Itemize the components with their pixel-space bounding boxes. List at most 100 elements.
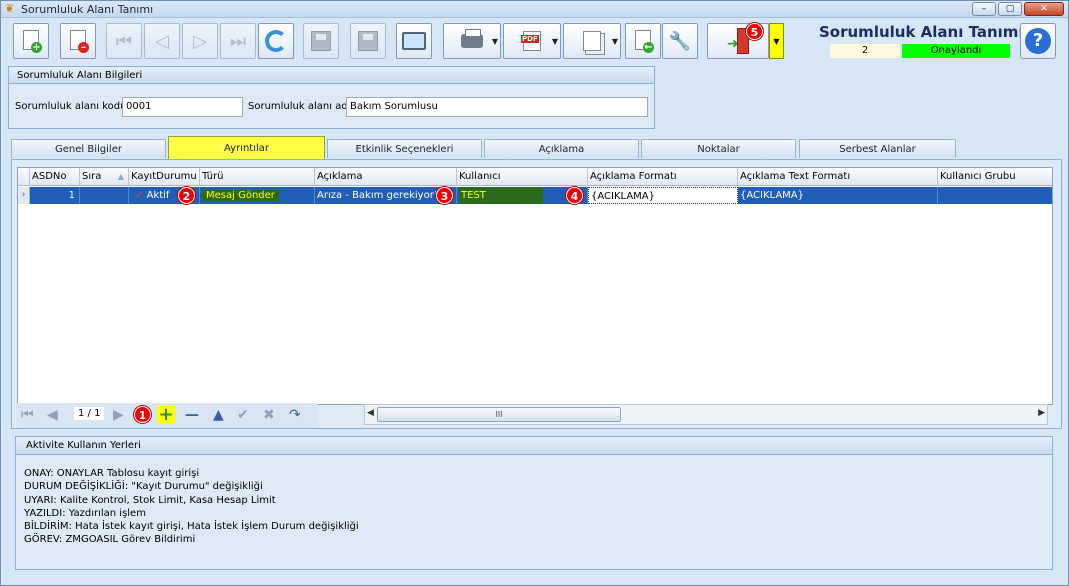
- cell-asdno[interactable]: 1: [30, 187, 80, 204]
- last-record-button[interactable]: ⏭: [220, 23, 256, 59]
- new-record-button[interactable]: +: [13, 23, 49, 59]
- new-document-icon: +: [20, 29, 42, 53]
- details-panel: ASDNo Sıra ▲ KayıtDurumu Türü Açıklama Ku…: [11, 159, 1062, 429]
- next-icon: ▷: [193, 30, 207, 52]
- exit-dropdown-button[interactable]: ▼: [769, 23, 784, 59]
- info-line: YAZILDI: Yazdırılan işlem: [24, 507, 146, 519]
- column-header-aciklama-text-formati[interactable]: Açıklama Text Formatı: [738, 168, 938, 186]
- nav-prev-button[interactable]: ◀: [47, 406, 58, 424]
- cell-aciklama-formati[interactable]: {ACIKLAMA}: [588, 187, 738, 204]
- cell-kullanici-grubu[interactable]: [938, 187, 1052, 204]
- nav-first-button[interactable]: ⏮: [21, 406, 34, 424]
- table-row[interactable]: › 1 ✓ Aktif Mesaj Gönder Arıza - Bakım g…: [18, 187, 1052, 204]
- copy-button[interactable]: ▼: [563, 23, 621, 59]
- previous-icon: ◁: [155, 30, 169, 52]
- refresh-grid-button[interactable]: ↷: [289, 406, 301, 424]
- tab-etkinlik-secenekleri[interactable]: Etkinlik Seçenekleri: [327, 139, 482, 158]
- details-grid[interactable]: ASDNo Sıra ▲ KayıtDurumu Türü Açıklama Ku…: [17, 167, 1053, 405]
- info-title: Aktivite Kullanın Yerleri: [16, 437, 1052, 455]
- window-title: Sorumluluk Alanı Tanımı: [21, 3, 154, 16]
- nav-next-button[interactable]: ▶: [113, 406, 124, 424]
- tab-genel-bilgiler[interactable]: Genel Bilgiler: [11, 139, 166, 158]
- turu-text: Mesaj Gönder: [202, 190, 279, 201]
- cell-sira[interactable]: [80, 187, 129, 204]
- previous-record-button[interactable]: ◁: [144, 23, 180, 59]
- tab-ayrintilar[interactable]: Ayrıntılar: [168, 136, 325, 159]
- save-button[interactable]: [303, 23, 339, 59]
- column-header-kullanici-grubu[interactable]: Kullanıcı Grubu: [938, 168, 1052, 186]
- responsibility-info-group: Sorumluluk Alanı Bilgileri Sorumluluk al…: [8, 66, 655, 129]
- name-input[interactable]: Bakım Sorumlusu: [346, 97, 648, 117]
- cancel-edit-button[interactable]: ✖: [263, 406, 275, 424]
- scroll-right-icon[interactable]: ▶: [1038, 408, 1045, 418]
- minimize-button[interactable]: –: [972, 2, 996, 16]
- column-header-turu[interactable]: Türü: [200, 168, 315, 186]
- maximize-button[interactable]: ▢: [998, 2, 1022, 16]
- record-number: 2: [830, 44, 900, 58]
- info-line: UYARI: Kalite Kontrol, Stok Limit, Kasa …: [24, 494, 276, 506]
- delete-document-icon: –: [67, 29, 89, 53]
- pager-text: 1 / 1: [74, 407, 105, 420]
- preview-icon: [402, 32, 426, 50]
- butterfly-app-icon: ❦: [5, 2, 15, 15]
- delete-record-button[interactable]: –: [60, 23, 96, 59]
- tab-serbest-alanlar[interactable]: Serbest Alanlar: [799, 139, 956, 158]
- marker-5: 5: [746, 23, 763, 40]
- chevron-down-icon: ▼: [551, 37, 558, 46]
- column-header-aciklama[interactable]: Açıklama: [315, 168, 457, 186]
- first-record-button[interactable]: ⏮: [106, 23, 142, 59]
- chevron-down-icon: ▼: [491, 37, 498, 46]
- save-icon: [311, 31, 331, 51]
- refresh-button[interactable]: [258, 23, 294, 59]
- title-bar: ❦ Sorumluluk Alanı Tanımı – ▢ ✕: [1, 1, 1068, 18]
- info-line: ONAY: ONAYLAR Tablosu kayıt girişi: [24, 468, 200, 479]
- help-button[interactable]: ?: [1020, 23, 1056, 59]
- cell-aciklama-text-formati[interactable]: {ACIKLAMA}: [738, 187, 938, 204]
- form-title: Sorumluluk Alanı Tanımı: [819, 23, 1024, 41]
- code-input[interactable]: 0001: [122, 97, 243, 117]
- close-window-button[interactable]: ✕: [1024, 2, 1064, 16]
- tools-button[interactable]: 🔧: [662, 23, 698, 59]
- scroll-thumb[interactable]: III: [377, 407, 621, 422]
- cancel-save-button[interactable]: [350, 23, 386, 59]
- activity-usage-panel: Aktivite Kullanın Yerleri ONAY: ONAYLAR …: [15, 436, 1053, 570]
- move-up-button[interactable]: ▲: [213, 406, 224, 424]
- column-header-asdno[interactable]: ASDNo: [30, 168, 80, 186]
- refresh-icon: [265, 30, 287, 52]
- cell-turu[interactable]: Mesaj Gönder: [200, 187, 315, 204]
- column-header-kayit-durumu[interactable]: KayıtDurumu: [129, 168, 200, 186]
- info-line: GÖREV: ZMGOASIL Görev Bildirimi: [24, 534, 196, 546]
- group-title: Sorumluluk Alanı Bilgileri: [9, 67, 654, 84]
- grid-navigator: ⏮ ◀ 1 / 1 ▶ 1 + — ▲ ✔ ✖ ↷: [17, 403, 317, 427]
- column-header-aciklama-formati[interactable]: Açıklama Formatı: [588, 168, 738, 186]
- post-edit-button[interactable]: ✔: [237, 406, 249, 424]
- preview-button[interactable]: [396, 23, 432, 59]
- import-button[interactable]: ←: [625, 23, 661, 59]
- tab-noktalar[interactable]: Noktalar: [641, 139, 796, 158]
- next-record-button[interactable]: ▷: [182, 23, 218, 59]
- status-badge: Onaylandı: [902, 44, 1010, 58]
- marker-1: 1: [134, 406, 151, 423]
- print-button[interactable]: ▼: [443, 23, 501, 59]
- copy-icon: [583, 31, 601, 51]
- kullanici-text: TEST: [459, 187, 543, 204]
- row-indicator-icon: ›: [18, 187, 30, 204]
- delete-row-button[interactable]: —: [185, 406, 199, 424]
- marker-4: 4: [566, 187, 583, 204]
- info-line: BİLDİRİM: Hata İstek kayıt girişi, Hata …: [24, 521, 359, 533]
- column-header-kullanici[interactable]: Kullanıcı: [457, 168, 588, 186]
- chevron-down-icon: ▼: [773, 37, 780, 46]
- printer-icon: [461, 29, 483, 48]
- column-header-sira[interactable]: Sıra ▲: [80, 168, 129, 186]
- import-document-icon: ←: [632, 29, 654, 53]
- sort-ascending-icon: ▲: [117, 172, 124, 181]
- horizontal-scrollbar[interactable]: ◀ III ▶: [364, 404, 1048, 425]
- first-icon: ⏮: [115, 30, 133, 52]
- code-label: Sorumluluk alanı kodu: [15, 101, 127, 112]
- export-pdf-button[interactable]: ▼: [503, 23, 561, 59]
- wrench-icon: 🔧: [668, 30, 692, 52]
- scroll-left-icon[interactable]: ◀: [367, 408, 374, 418]
- info-lines: ONAY: ONAYLAR Tablosu kayıt girişi DURUM…: [24, 467, 359, 547]
- add-row-button[interactable]: +: [157, 406, 175, 424]
- tab-aciklama[interactable]: Açıklama: [484, 139, 639, 158]
